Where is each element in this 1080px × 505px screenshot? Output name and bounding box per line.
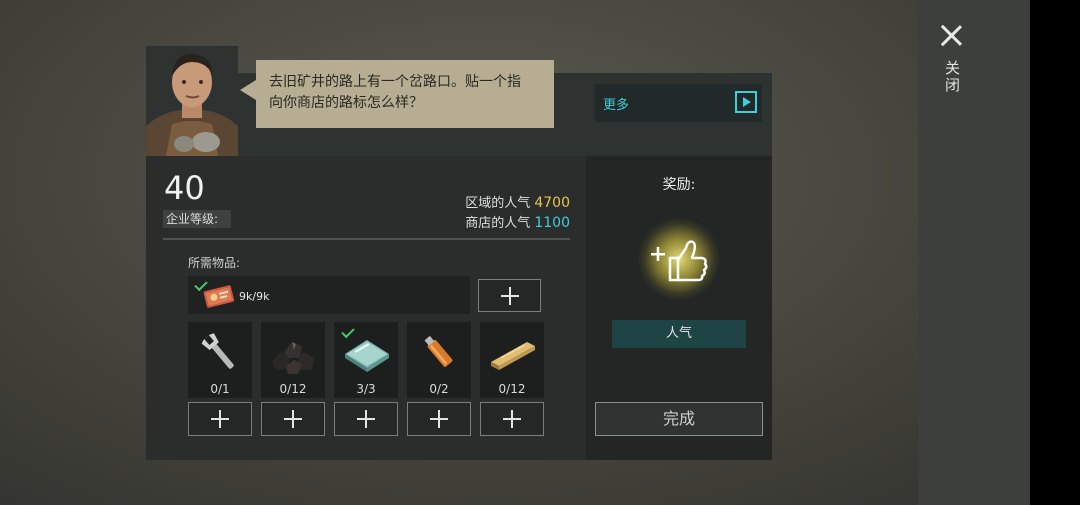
plank-count: 0/12	[498, 382, 526, 396]
npc-speech-bubble: 去旧矿井的路上有一个岔路口。贴一个指 向你商店的路标怎么样？	[256, 60, 554, 128]
thumbs-up-plus-icon	[651, 240, 708, 282]
battery-count: 0/2	[429, 382, 449, 396]
region-popularity-value: 4700	[534, 195, 570, 211]
glass-icon	[345, 340, 389, 372]
item-slot-battery: 0/2	[407, 322, 471, 398]
voucher-requirement: 9k/9k	[188, 276, 470, 314]
shop-popularity: 商店的人气 1100	[465, 212, 570, 231]
speech-line: 去旧矿井的路上有一个岔路口。贴一个指	[269, 74, 521, 90]
shop-popularity-value: 1100	[534, 215, 570, 231]
voucher-count: 9k/9k	[239, 290, 270, 303]
npc-portrait	[146, 46, 238, 156]
wrench-icon	[201, 333, 234, 369]
reward-label: 人气	[612, 320, 746, 348]
item-slot-plank: 0/12	[480, 322, 544, 398]
glass-count: 3/3	[356, 382, 376, 396]
battery-icon	[424, 335, 453, 367]
add-coal-button[interactable]	[261, 402, 325, 436]
close-icon	[940, 24, 962, 46]
company-level-label: 企业等级:	[163, 210, 231, 228]
coal-count: 0/12	[279, 382, 307, 396]
close-button[interactable]: 关闭	[932, 20, 972, 106]
add-voucher-button[interactable]	[478, 279, 541, 312]
more-button[interactable]: 更多	[595, 84, 762, 122]
complete-button[interactable]: 完成	[595, 402, 763, 436]
region-popularity: 区域的人气 4700	[465, 192, 570, 211]
add-battery-button[interactable]	[407, 402, 471, 436]
speech-tail	[240, 80, 256, 100]
item-slot-glass: 3/3	[334, 322, 398, 398]
item-slot-coal: 0/12	[261, 322, 325, 398]
plank-icon	[491, 342, 535, 370]
add-wrench-button[interactable]	[188, 402, 252, 436]
item-slot-wrench: 0/1	[188, 322, 252, 398]
add-glass-button[interactable]	[334, 402, 398, 436]
wrench-count: 0/1	[210, 382, 230, 396]
play-icon	[735, 91, 757, 113]
reward-title: 奖励:	[662, 177, 696, 193]
add-plank-button[interactable]	[480, 402, 544, 436]
company-level-value: 40	[164, 169, 205, 207]
coal-icon	[272, 342, 314, 374]
region-popularity-label: 区域的人气	[465, 196, 531, 211]
speech-line: 向你商店的路标怎么样？	[269, 95, 423, 111]
divider	[163, 238, 570, 240]
shop-popularity-label: 商店的人气	[465, 216, 531, 231]
requirements-title: 所需物品:	[188, 256, 241, 270]
close-label: 关闭	[943, 60, 961, 94]
more-label: 更多	[603, 98, 630, 113]
voucher-icon	[203, 285, 235, 308]
screen-edge	[1030, 0, 1080, 505]
